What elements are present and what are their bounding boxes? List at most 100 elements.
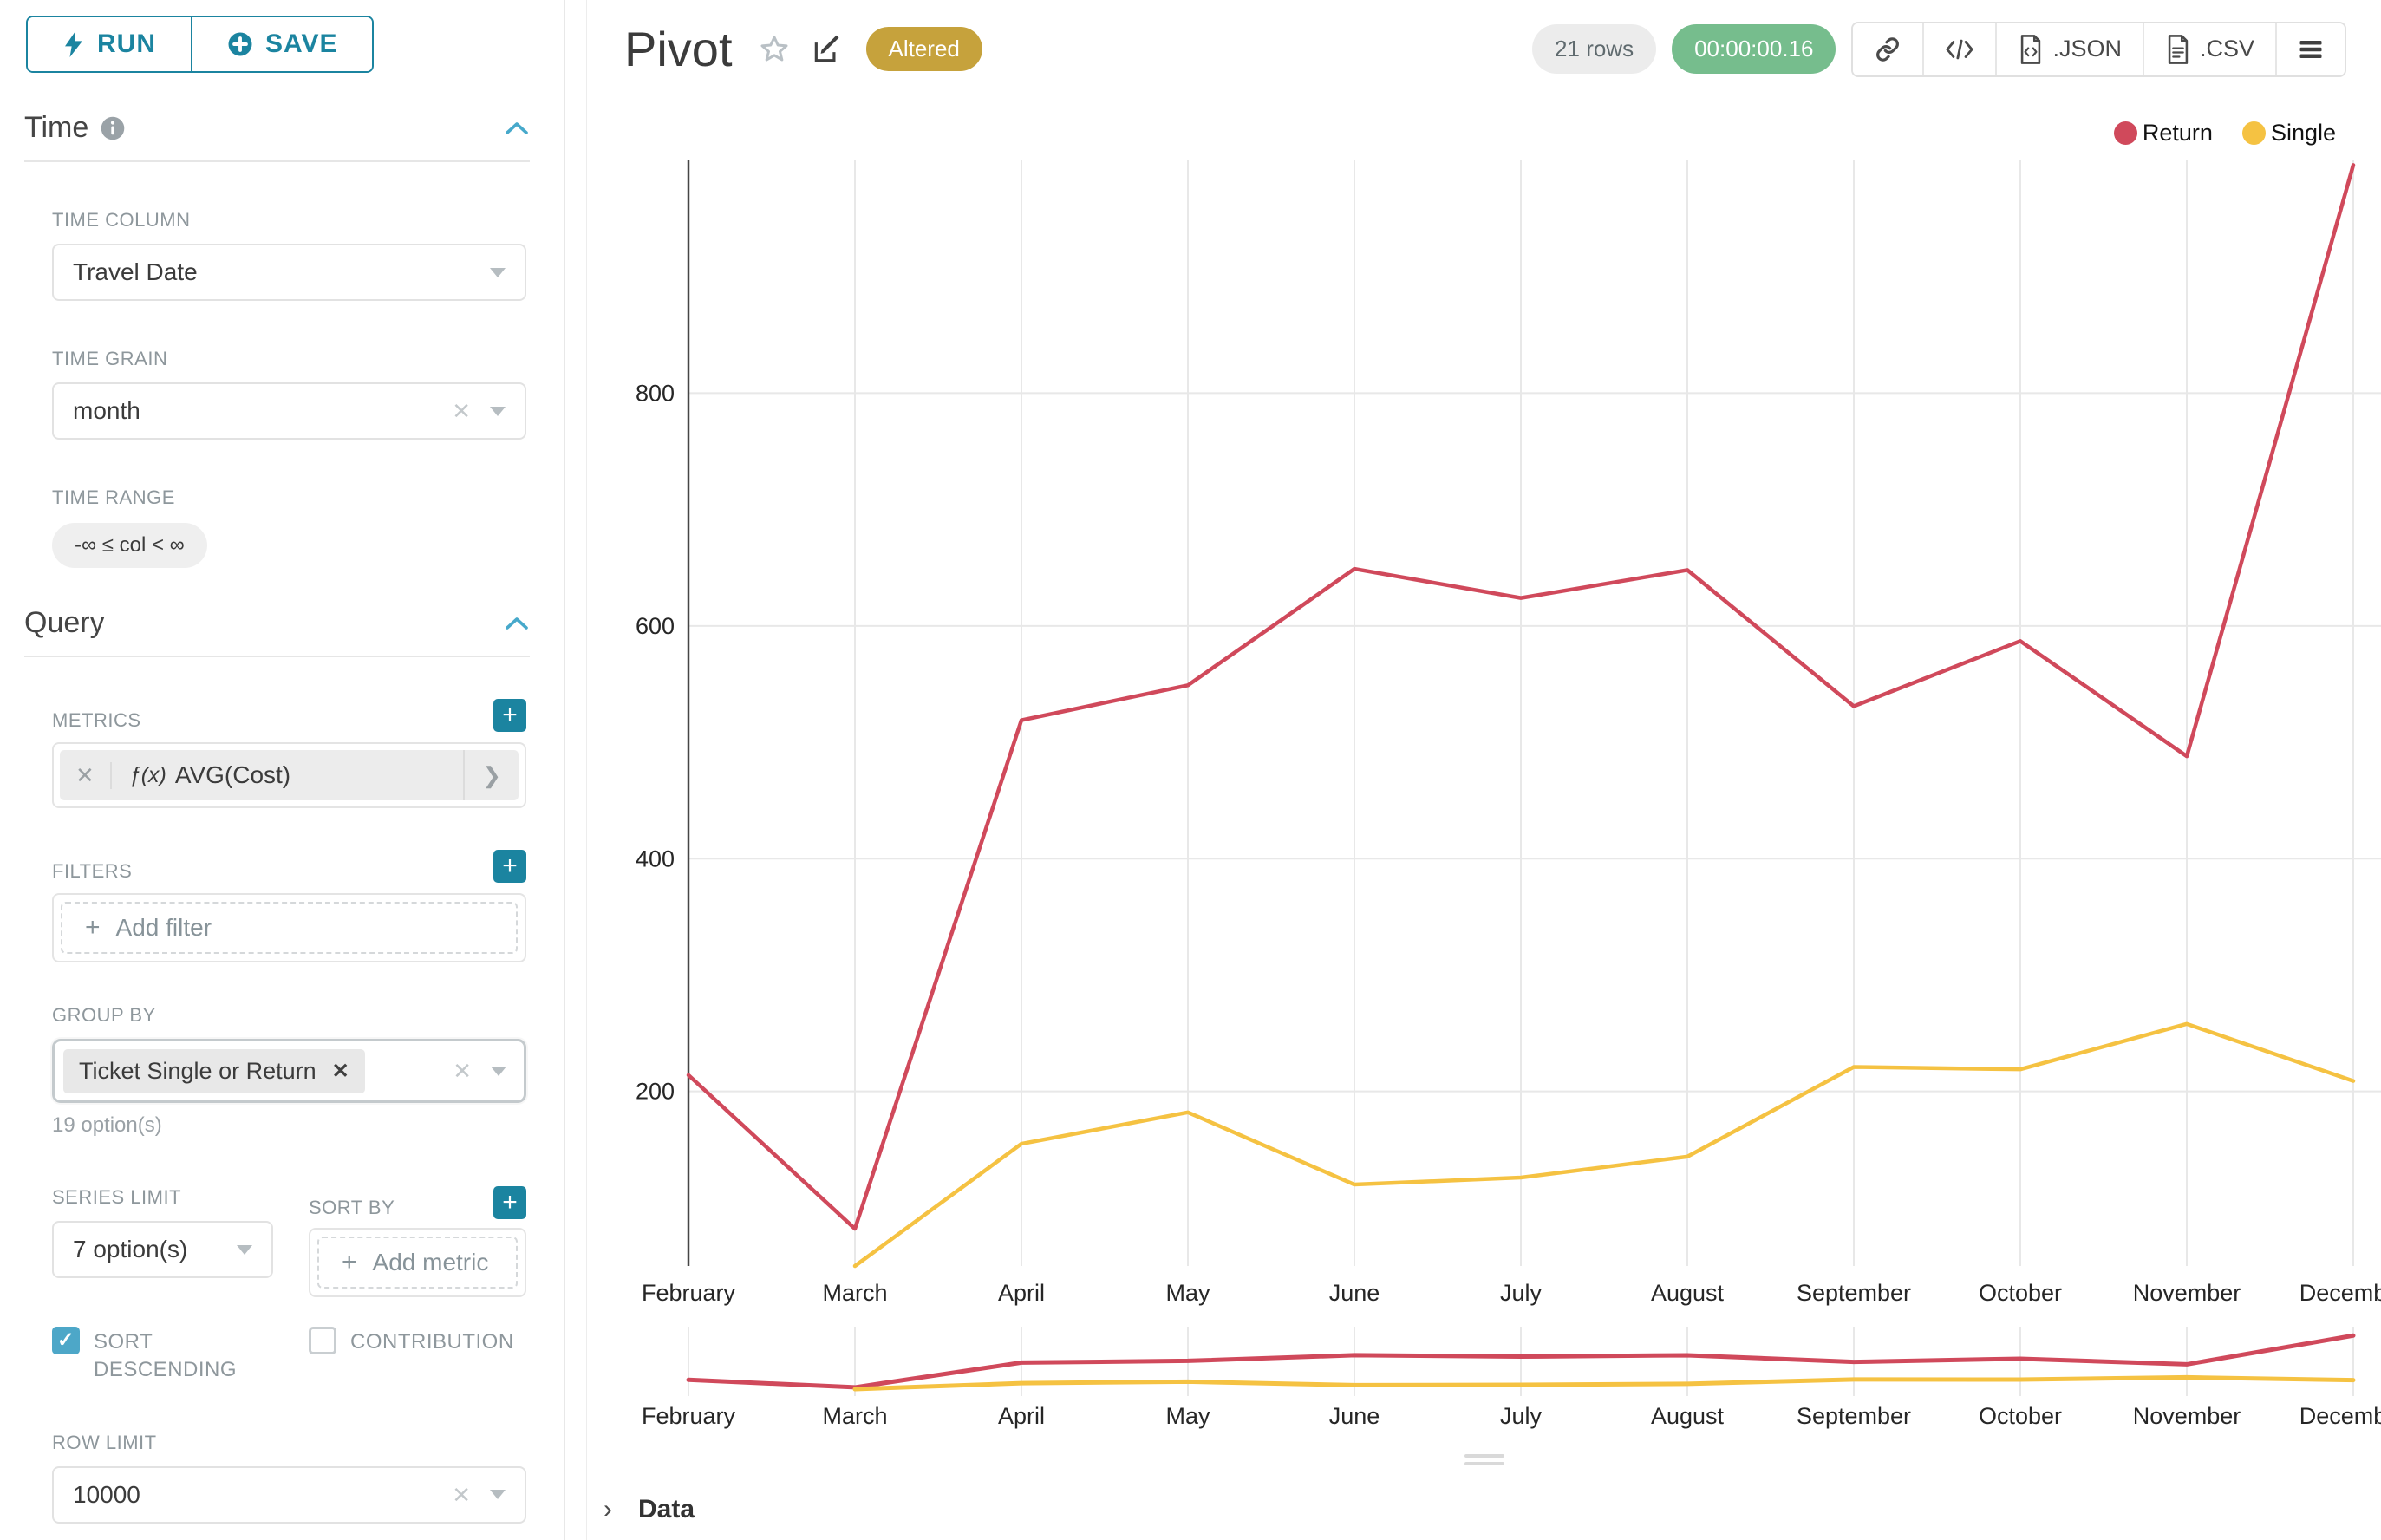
add-sort-metric-dropzone[interactable]: + Add metric	[317, 1237, 518, 1289]
x-axis-label: December	[2299, 1280, 2381, 1306]
context-brush-minichart[interactable]: FebruaryMarchAprilMayJuneJulyAugustSepte…	[588, 1320, 2381, 1441]
line-chart-canvas[interactable]: 200400600800FebruaryMarchAprilMayJuneJul…	[588, 121, 2381, 1335]
caret-down-icon	[237, 1245, 252, 1255]
sort-descending-label: SORT DESCENDING	[94, 1327, 241, 1385]
series-limit-value: 7 option(s)	[73, 1236, 187, 1263]
remove-tag-icon[interactable]: ✕	[332, 1059, 349, 1084]
sort-descending-checkbox[interactable]: ✓ SORT DESCENDING	[52, 1327, 309, 1385]
group-by-select[interactable]: Ticket Single or Return ✕ ✕	[52, 1039, 526, 1103]
chevron-up-icon[interactable]	[504, 120, 530, 137]
series-line-single[interactable]	[855, 1377, 2353, 1389]
altered-badge[interactable]: Altered	[866, 27, 982, 71]
metrics-box: ✕ ƒ(x) AVG(Cost) ❯	[52, 742, 526, 808]
group-by-tag: Ticket Single or Return ✕	[63, 1049, 365, 1093]
plus-icon: +	[85, 913, 101, 943]
view-query-button[interactable]	[1922, 23, 1995, 75]
time-column-select[interactable]: Travel Date	[52, 244, 526, 301]
x-axis-label: July	[1500, 1403, 1543, 1429]
add-metric-label: Add metric	[373, 1249, 489, 1276]
link-icon	[1874, 36, 1902, 63]
add-filter-label: Add filter	[116, 914, 212, 942]
export-json-button[interactable]: .JSON	[1995, 23, 2143, 75]
x-axis-label: May	[1165, 1403, 1210, 1429]
x-axis-label: September	[1797, 1403, 1911, 1429]
bolt-icon	[62, 31, 85, 57]
contribution-checkbox[interactable]: CONTRIBUTION	[309, 1327, 526, 1385]
share-link-button[interactable]	[1853, 23, 1922, 75]
json-button-label: .JSON	[2052, 36, 2122, 62]
x-axis-label: May	[1165, 1280, 1210, 1306]
clear-icon[interactable]: ✕	[452, 400, 471, 422]
save-button[interactable]: SAVE	[191, 17, 372, 71]
chevron-right-icon[interactable]: ❯	[463, 750, 519, 800]
remove-metric-icon[interactable]: ✕	[60, 762, 112, 789]
add-filter-button[interactable]: +	[493, 850, 526, 883]
contribution-label: CONTRIBUTION	[350, 1327, 514, 1356]
row-limit-value: 10000	[73, 1481, 140, 1509]
x-axis-label: April	[998, 1403, 1045, 1429]
filters-label: FILTERS	[52, 860, 132, 883]
time-range-button[interactable]: -∞ ≤ col < ∞	[52, 523, 207, 568]
time-section-header[interactable]: Time	[24, 111, 530, 145]
chart-title: Pivot	[624, 21, 733, 77]
filters-box: + Add filter	[52, 893, 526, 962]
plus-icon: +	[342, 1248, 357, 1277]
x-axis-label: September	[1797, 1280, 1911, 1306]
x-axis-label: August	[1651, 1403, 1725, 1429]
series-line-single[interactable]	[855, 1024, 2353, 1266]
x-axis-label: October	[1979, 1280, 2062, 1306]
data-panel-toggle[interactable]: › Data	[603, 1495, 695, 1524]
x-axis-label: July	[1500, 1280, 1543, 1306]
checkbox-empty-icon[interactable]	[309, 1327, 336, 1354]
group-by-label: GROUP BY	[52, 1004, 526, 1027]
x-axis-label: August	[1651, 1280, 1725, 1306]
csv-file-icon	[2165, 35, 2191, 64]
x-axis-label: February	[642, 1403, 736, 1429]
run-button-label: RUN	[97, 29, 156, 59]
save-button-label: SAVE	[265, 29, 337, 59]
time-section-title: Time	[24, 111, 88, 145]
edit-title-icon[interactable]	[811, 33, 844, 66]
add-filter-dropzone[interactable]: + Add filter	[61, 902, 518, 954]
panel-resizer[interactable]	[566, 0, 587, 1540]
chart-menu-button[interactable]	[2275, 23, 2345, 75]
x-axis-label: November	[2133, 1280, 2241, 1306]
row-limit-select[interactable]: 10000 ✕	[52, 1466, 526, 1524]
x-axis-label: April	[998, 1280, 1045, 1306]
run-button[interactable]: RUN	[28, 17, 191, 71]
query-section-header[interactable]: Query	[24, 606, 530, 640]
add-sort-metric-button[interactable]: +	[493, 1186, 526, 1219]
x-axis-label: December	[2299, 1403, 2381, 1429]
json-file-icon	[2018, 35, 2044, 64]
data-panel-label: Data	[638, 1495, 695, 1524]
series-limit-select[interactable]: 7 option(s)	[52, 1221, 273, 1278]
caret-down-icon	[490, 407, 506, 416]
time-grain-value: month	[73, 397, 140, 425]
metric-chip[interactable]: ✕ ƒ(x) AVG(Cost) ❯	[60, 750, 519, 800]
x-axis-label: March	[822, 1403, 887, 1429]
export-button-group: .JSON .CSV	[1851, 22, 2346, 77]
x-axis-label: June	[1329, 1280, 1380, 1306]
x-axis-label: November	[2133, 1403, 2241, 1429]
row-count-pill: 21 rows	[1532, 24, 1656, 74]
add-metric-button[interactable]: +	[493, 699, 526, 732]
x-axis-label: February	[642, 1280, 736, 1306]
export-csv-button[interactable]: .CSV	[2143, 23, 2275, 75]
code-icon	[1945, 36, 1974, 62]
chart-container-panel: Pivot Altered 21 rows 00:00:00.16	[588, 0, 2381, 1540]
y-axis-tick-label: 400	[636, 845, 675, 871]
favorite-star-icon[interactable]	[757, 32, 792, 67]
row-limit-label: ROW LIMIT	[52, 1432, 526, 1454]
chevron-right-icon: ›	[603, 1495, 612, 1524]
time-grain-select[interactable]: month ✕	[52, 382, 526, 440]
metric-chip-label: AVG(Cost)	[175, 761, 290, 789]
query-timer-pill: 00:00:00.16	[1672, 24, 1836, 74]
clear-icon[interactable]: ✕	[452, 1484, 471, 1506]
y-axis-tick-label: 800	[636, 380, 675, 406]
checkbox-checked-icon[interactable]: ✓	[52, 1327, 80, 1354]
clear-icon[interactable]: ✕	[453, 1060, 472, 1082]
chevron-up-icon[interactable]	[504, 615, 530, 632]
south-pane-drag-handle[interactable]	[1464, 1450, 1504, 1465]
info-icon	[101, 116, 125, 140]
group-by-tag-label: Ticket Single or Return	[79, 1058, 316, 1085]
